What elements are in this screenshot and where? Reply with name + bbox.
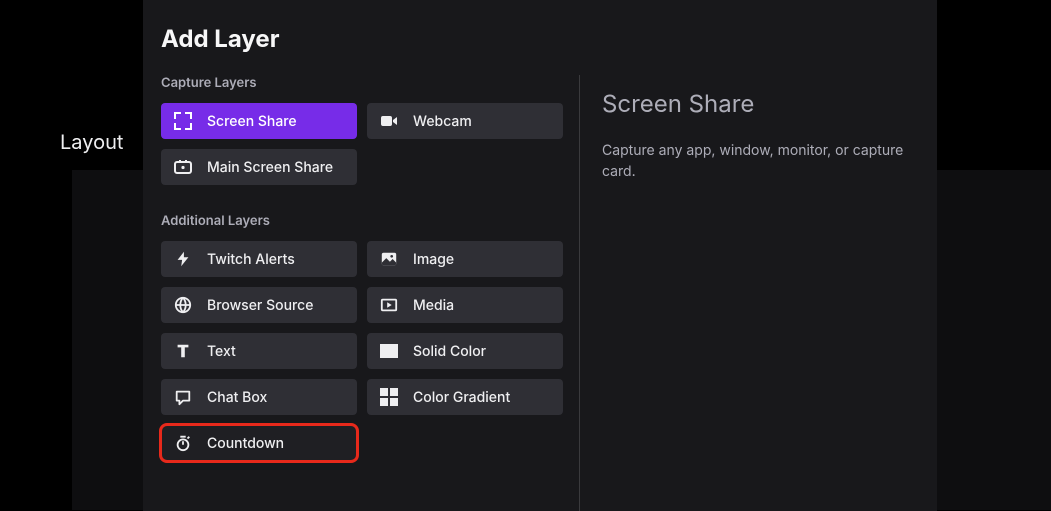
option-label: Main Screen Share bbox=[207, 159, 333, 176]
option-label: Chat Box bbox=[207, 389, 267, 406]
modal-title: Add Layer bbox=[161, 24, 915, 53]
option-main-screen-share[interactable]: Main Screen Share bbox=[161, 149, 357, 185]
option-browser-source[interactable]: Browser Source bbox=[161, 287, 357, 323]
main-screen-share-icon bbox=[173, 157, 193, 177]
layer-options-pane: Capture Layers Screen Share bbox=[161, 75, 579, 511]
gradient-icon bbox=[379, 387, 399, 407]
text-icon bbox=[173, 341, 193, 361]
option-label: Twitch Alerts bbox=[207, 251, 295, 268]
layout-label: Layout bbox=[60, 130, 123, 154]
option-label: Screen Share bbox=[207, 113, 297, 130]
screen-share-icon bbox=[173, 111, 193, 131]
option-label: Browser Source bbox=[207, 297, 313, 314]
option-countdown[interactable]: Countdown bbox=[161, 425, 357, 461]
option-image[interactable]: Image bbox=[367, 241, 563, 277]
option-text[interactable]: Text bbox=[161, 333, 357, 369]
capture-layers-grid: Screen Share Webcam bbox=[161, 103, 564, 185]
option-solid-color[interactable]: Solid Color bbox=[367, 333, 563, 369]
option-label: Text bbox=[207, 343, 236, 360]
option-label: Color Gradient bbox=[413, 389, 510, 406]
option-label: Media bbox=[413, 297, 454, 314]
option-media[interactable]: Media bbox=[367, 287, 563, 323]
alerts-icon bbox=[173, 249, 193, 269]
additional-layers-grid: Twitch Alerts Image bbox=[161, 241, 564, 461]
section-label-additional: Additional Layers bbox=[161, 213, 564, 229]
option-webcam[interactable]: Webcam bbox=[367, 103, 563, 139]
option-chat-box[interactable]: Chat Box bbox=[161, 379, 357, 415]
option-color-gradient[interactable]: Color Gradient bbox=[367, 379, 563, 415]
add-layer-modal: Add Layer Capture Layers Screen Share bbox=[143, 0, 937, 511]
option-label: Image bbox=[413, 251, 454, 268]
detail-description: Capture any app, window, monitor, or cap… bbox=[602, 140, 915, 182]
layer-detail-pane: Screen Share Capture any app, window, mo… bbox=[579, 75, 915, 511]
browser-icon bbox=[173, 295, 193, 315]
webcam-icon bbox=[379, 111, 399, 131]
chat-icon bbox=[173, 387, 193, 407]
option-screen-share[interactable]: Screen Share bbox=[161, 103, 357, 139]
detail-title: Screen Share bbox=[602, 89, 915, 118]
option-label: Countdown bbox=[207, 435, 284, 452]
section-label-capture: Capture Layers bbox=[161, 75, 564, 91]
option-label: Solid Color bbox=[413, 343, 486, 360]
modal-body: Capture Layers Screen Share bbox=[161, 75, 915, 511]
option-twitch-alerts[interactable]: Twitch Alerts bbox=[161, 241, 357, 277]
media-icon bbox=[379, 295, 399, 315]
countdown-icon bbox=[173, 433, 193, 453]
option-label: Webcam bbox=[413, 113, 472, 130]
solid-color-icon bbox=[379, 341, 399, 361]
image-icon bbox=[379, 249, 399, 269]
